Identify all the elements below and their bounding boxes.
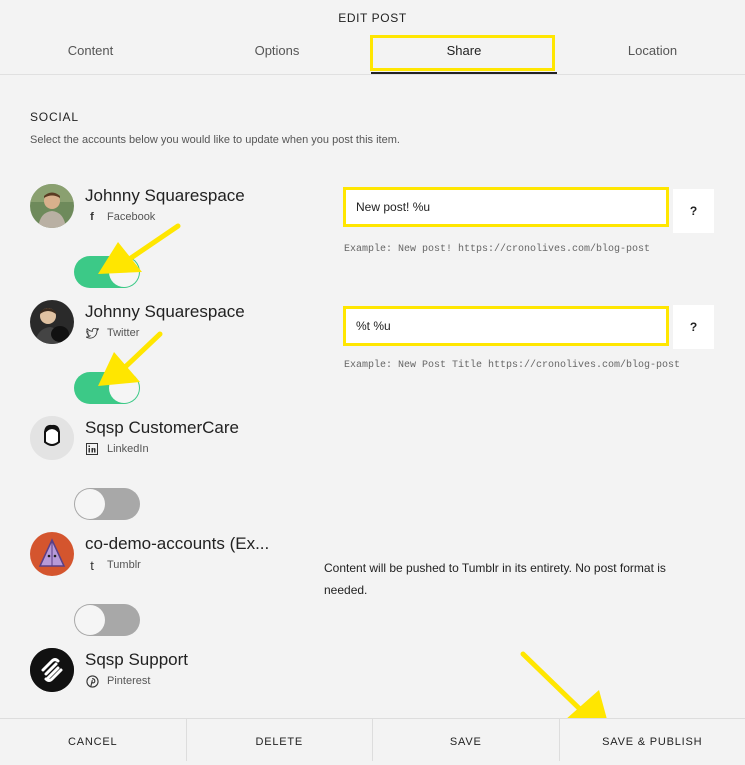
account-linkedin: Sqsp CustomerCare LinkedIn [30, 416, 320, 476]
account-name: Johnny Squarespace [85, 302, 245, 322]
toggle-knob [109, 373, 139, 403]
tab-location[interactable]: Location [560, 36, 745, 70]
twitter-icon [85, 326, 99, 340]
pinterest-icon [85, 674, 99, 688]
avatar [30, 532, 74, 576]
twitter-example: Example: New Post Title https://cronoliv… [344, 360, 680, 371]
account-facebook: Johnny Squarespace f Facebook [30, 184, 320, 244]
toggle-knob [75, 605, 105, 635]
facebook-toggle[interactable] [74, 256, 140, 288]
network-label: Facebook [107, 211, 155, 223]
account-name: Sqsp CustomerCare [85, 418, 239, 438]
avatar [30, 300, 74, 344]
footer-actions: CANCEL DELETE SAVE SAVE & PUBLISH [0, 718, 745, 761]
facebook-help-button[interactable]: ? [673, 189, 714, 233]
section-title: SOCIAL [30, 110, 79, 124]
cancel-button[interactable]: CANCEL [0, 719, 187, 761]
avatar [30, 648, 74, 692]
section-description: Select the accounts below you would like… [30, 134, 400, 146]
twitter-toggle[interactable] [74, 372, 140, 404]
facebook-example: Example: New post! https://cronolives.co… [344, 244, 650, 255]
twitter-help-button[interactable]: ? [673, 305, 714, 349]
account-name: Sqsp Support [85, 650, 188, 670]
account-network: Twitter [85, 326, 139, 340]
toggle-knob [109, 257, 139, 287]
tumblr-icon: t [85, 558, 99, 572]
tumblr-toggle[interactable] [74, 604, 140, 636]
toggle-knob [75, 489, 105, 519]
header: EDIT POST Content Options Share Location [0, 0, 745, 75]
avatar [30, 416, 74, 460]
tab-content[interactable]: Content [0, 36, 181, 70]
network-label: Tumblr [107, 559, 141, 571]
tab-options[interactable]: Options [186, 36, 368, 70]
account-network: t Tumblr [85, 558, 141, 572]
account-network: f Facebook [85, 210, 155, 224]
network-label: Twitter [107, 327, 139, 339]
account-tumblr: co-demo-accounts (Ex... t Tumblr [30, 532, 320, 592]
account-name: co-demo-accounts (Ex... [85, 534, 269, 554]
facebook-template-field[interactable] [343, 187, 669, 227]
page-title: EDIT POST [0, 11, 745, 25]
share-tab-highlight [370, 35, 555, 71]
avatar [30, 184, 74, 228]
tumblr-note: Content will be pushed to Tumblr in its … [324, 557, 704, 601]
network-label: Pinterest [107, 675, 150, 687]
save-button[interactable]: SAVE [373, 719, 560, 761]
account-network: LinkedIn [85, 442, 149, 456]
linkedin-toggle[interactable] [74, 488, 140, 520]
account-twitter: Johnny Squarespace Twitter [30, 300, 320, 360]
delete-button[interactable]: DELETE [187, 719, 374, 761]
facebook-template-input[interactable] [346, 190, 666, 224]
active-tab-underline [371, 72, 557, 74]
linkedin-icon [85, 442, 99, 456]
facebook-icon: f [85, 210, 99, 224]
account-network: Pinterest [85, 674, 150, 688]
account-pinterest: Sqsp Support Pinterest [30, 648, 320, 708]
twitter-template-field[interactable] [343, 306, 669, 346]
save-publish-button[interactable]: SAVE & PUBLISH [560, 719, 745, 761]
twitter-template-input[interactable] [346, 309, 666, 343]
network-label: LinkedIn [107, 443, 149, 455]
account-name: Johnny Squarespace [85, 186, 245, 206]
